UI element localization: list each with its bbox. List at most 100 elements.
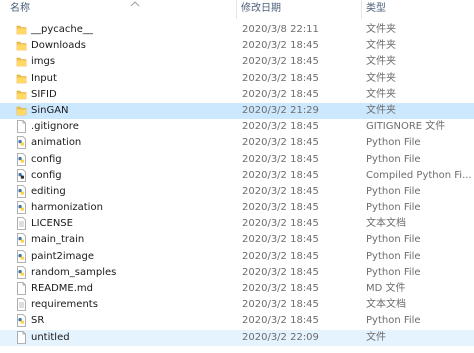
column-divider[interactable]	[361, 0, 362, 19]
column-header-name[interactable]: 名称	[10, 0, 235, 19]
file-name: animation	[31, 137, 82, 149]
file-type: Python File	[366, 266, 421, 278]
file-row[interactable]: .gitignore 2020/3/2 18:45 GITIGNORE 文件	[0, 119, 474, 135]
folder-icon	[16, 72, 27, 85]
python-file-icon	[16, 249, 27, 263]
file-name: SinGAN	[31, 104, 69, 116]
file-modified-date: 2020/3/2 18:45	[242, 218, 319, 230]
compiled-python-icon	[16, 168, 27, 182]
file-type: Python File	[366, 185, 421, 197]
file-row[interactable]: README.md 2020/3/2 18:45 MD 文件	[0, 281, 474, 297]
file-name: Input	[31, 72, 57, 84]
file-type: Python File	[366, 202, 421, 214]
file-type: Python File	[366, 234, 421, 246]
column-header-bar: 名称 修改日期 类型	[0, 0, 474, 19]
file-modified-date: 2020/3/2 18:45	[242, 121, 319, 133]
file-modified-date: 2020/3/2 18:45	[242, 299, 319, 311]
file-row[interactable]: __pycache__ 2020/3/8 22:11 文件夹	[0, 22, 474, 38]
file-row[interactable]: harmonization 2020/3/2 18:45 Python File	[0, 200, 474, 216]
file-name: .gitignore	[31, 121, 79, 133]
folder-icon	[16, 39, 27, 52]
file-row[interactable]: main_train 2020/3/2 18:45 Python File	[0, 232, 474, 248]
python-file-icon	[16, 136, 27, 150]
file-modified-date: 2020/3/2 21:29	[242, 104, 319, 116]
file-type: Compiled Python Fi...	[366, 169, 472, 181]
file-row[interactable]: imgs 2020/3/2 18:45 文件夹	[0, 54, 474, 70]
python-file-icon	[16, 233, 27, 247]
column-header-type[interactable]: 类型	[366, 0, 474, 19]
file-row[interactable]: random_samples 2020/3/2 18:45 Python File	[0, 265, 474, 281]
blank-file-icon	[16, 330, 27, 344]
file-row[interactable]: animation 2020/3/2 18:45 Python File	[0, 135, 474, 151]
file-row[interactable]: editing 2020/3/2 18:45 Python File	[0, 184, 474, 200]
file-name: SR	[31, 315, 45, 327]
folder-icon	[16, 23, 27, 36]
file-row[interactable]: Downloads 2020/3/2 18:45 文件夹	[0, 38, 474, 54]
folder-icon	[16, 88, 27, 101]
folder-icon	[16, 55, 27, 68]
file-modified-date: 2020/3/2 18:45	[242, 234, 319, 246]
file-name: README.md	[31, 283, 94, 294]
file-row[interactable]: untitled 2020/3/2 22:09 文件	[0, 329, 474, 346]
file-row[interactable]: config 2020/3/2 18:45 Compiled Python Fi..…	[0, 168, 474, 184]
file-type: 文件	[366, 331, 386, 343]
file-name: random_samples	[31, 266, 117, 278]
file-name: editing	[31, 185, 66, 197]
file-name: requirements	[31, 299, 98, 311]
file-type: Python File	[366, 250, 421, 262]
file-modified-date: 2020/3/2 18:45	[242, 250, 319, 262]
file-row[interactable]: SR 2020/3/2 18:45 Python File	[0, 313, 474, 329]
file-name: __pycache__	[31, 24, 93, 35]
file-name: harmonization	[31, 202, 103, 214]
file-type: GITIGNORE 文件	[366, 121, 446, 133]
file-name: LICENSE	[31, 218, 73, 230]
file-type: 文件夹	[366, 88, 396, 100]
file-name: config	[31, 169, 62, 181]
file-row[interactable]: LICENSE 2020/3/2 18:45 文本文档	[0, 216, 474, 232]
file-type: 文件夹	[366, 72, 396, 84]
file-type: 文件夹	[366, 24, 396, 35]
file-modified-date: 2020/3/2 22:09	[242, 331, 319, 343]
file-modified-date: 2020/3/2 18:45	[242, 185, 319, 197]
python-file-icon	[16, 314, 27, 328]
file-modified-date: 2020/3/2 18:45	[242, 88, 319, 100]
file-type: 文件夹	[366, 56, 396, 68]
file-name: main_train	[31, 234, 85, 246]
file-modified-date: 2020/3/8 22:11	[242, 24, 319, 35]
file-modified-date: 2020/3/2 18:45	[242, 72, 319, 84]
column-divider[interactable]	[236, 0, 237, 19]
file-modified-date: 2020/3/2 18:45	[242, 137, 319, 149]
blank-file-icon	[16, 120, 27, 134]
file-row[interactable]: config 2020/3/2 18:45 Python File	[0, 152, 474, 168]
file-modified-date: 2020/3/2 18:45	[242, 169, 319, 181]
file-modified-date: 2020/3/2 18:45	[242, 315, 319, 327]
python-file-icon	[16, 184, 27, 198]
file-type: MD 文件	[366, 283, 406, 294]
file-row[interactable]: Input 2020/3/2 18:45 文件夹	[0, 71, 474, 87]
python-file-icon	[16, 152, 27, 166]
file-row[interactable]: paint2image 2020/3/2 18:45 Python File	[0, 249, 474, 265]
file-row[interactable]: SinGAN 2020/3/2 21:29 文件夹	[0, 102, 474, 120]
python-file-icon	[16, 265, 27, 279]
folder-icon	[16, 104, 27, 117]
file-row[interactable]: SIFID 2020/3/2 18:45 文件夹	[0, 87, 474, 103]
python-file-icon	[16, 201, 27, 214]
file-modified-date: 2020/3/2 18:45	[242, 266, 319, 278]
file-type: Python File	[366, 153, 421, 165]
text-file-icon	[16, 298, 27, 312]
file-modified-date: 2020/3/2 18:45	[242, 40, 319, 52]
file-modified-date: 2020/3/2 18:45	[242, 56, 319, 68]
file-type: 文件夹	[366, 40, 396, 52]
file-row[interactable]: requirements 2020/3/2 18:45 文本文档	[0, 297, 474, 313]
file-list: __pycache__ 2020/3/8 22:11 文件夹 Downloads 202…	[0, 22, 474, 346]
blank-file-icon	[16, 282, 27, 295]
file-modified-date: 2020/3/2 18:45	[242, 202, 319, 214]
file-name: config	[31, 153, 62, 165]
text-file-icon	[16, 217, 27, 231]
file-type: Python File	[366, 315, 421, 327]
file-name: SIFID	[31, 88, 57, 100]
file-name: imgs	[31, 56, 56, 68]
file-name: paint2image	[31, 250, 95, 262]
column-header-date[interactable]: 修改日期	[241, 0, 361, 19]
file-modified-date: 2020/3/2 18:45	[242, 153, 319, 165]
